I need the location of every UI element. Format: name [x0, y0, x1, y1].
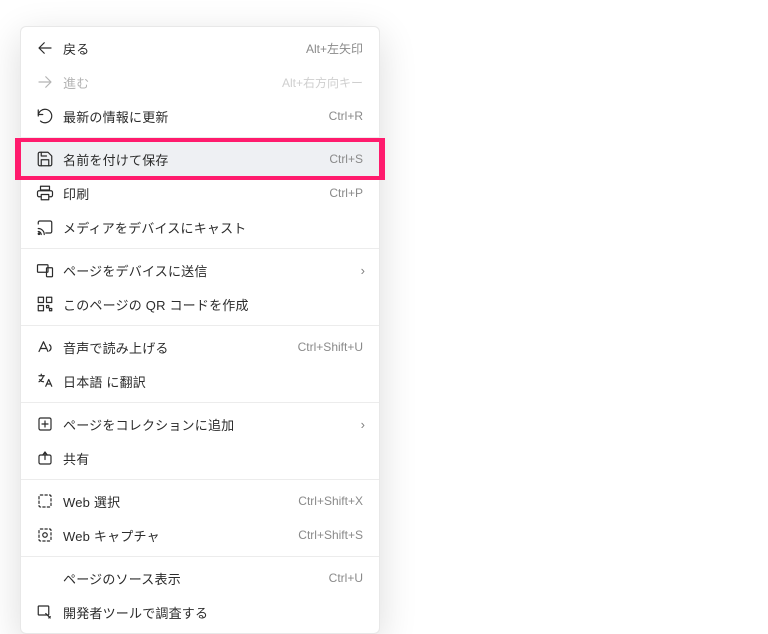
menu-item-save-as[interactable]: 名前を付けて保存 Ctrl+S [15, 142, 385, 176]
print-icon [31, 184, 59, 202]
menu-item-label: 開発者ツールで調査する [59, 603, 369, 622]
menu-item-label: 進む [59, 73, 282, 92]
menu-item-hotkey: Ctrl+Shift+U [298, 340, 369, 354]
translate-icon [31, 372, 59, 390]
menu-item-label: ページをコレクションに追加 [59, 415, 355, 434]
menu-separator [21, 402, 379, 403]
menu-item-read-aloud[interactable]: 音声で読み上げる Ctrl+Shift+U [21, 330, 379, 364]
menu-item-web-select[interactable]: Web 選択 Ctrl+Shift+X [21, 484, 379, 518]
chevron-right-icon: › [355, 417, 369, 432]
menu-item-label: ページのソース表示 [59, 569, 329, 588]
menu-item-label: 最新の情報に更新 [59, 107, 329, 126]
menu-item-hotkey: Ctrl+P [329, 186, 369, 200]
menu-item-translate[interactable]: 日本語 に翻訳 [21, 364, 379, 398]
web-select-icon [31, 492, 59, 510]
menu-item-qr-code[interactable]: このページの QR コードを作成 [21, 287, 379, 321]
menu-item-hotkey: Ctrl+Shift+X [298, 494, 369, 508]
menu-item-print[interactable]: 印刷 Ctrl+P [21, 176, 379, 210]
menu-item-label: 戻る [59, 39, 306, 58]
menu-item-label: Web キャプチャ [59, 526, 298, 545]
menu-item-label: 共有 [59, 449, 369, 468]
menu-item-send-to-device[interactable]: ページをデバイスに送信 › [21, 253, 379, 287]
menu-item-label: ページをデバイスに送信 [59, 261, 355, 280]
menu-separator [21, 325, 379, 326]
collections-icon [31, 415, 59, 433]
chevron-right-icon: › [355, 263, 369, 278]
read-aloud-icon [31, 338, 59, 356]
menu-item-label: 音声で読み上げる [59, 338, 298, 357]
inspect-icon [31, 603, 59, 621]
menu-item-label: 日本語 に翻訳 [59, 372, 369, 391]
menu-item-add-to-collections[interactable]: ページをコレクションに追加 › [21, 407, 379, 441]
menu-item-label: Web 選択 [59, 492, 298, 511]
menu-item-hotkey: Alt+右方向キー [282, 74, 369, 91]
menu-item-reload[interactable]: 最新の情報に更新 Ctrl+R [21, 99, 379, 133]
menu-item-hotkey: Ctrl+U [329, 571, 369, 585]
menu-item-hotkey: Ctrl+R [329, 109, 369, 123]
menu-separator [21, 248, 379, 249]
arrow-right-icon [31, 73, 59, 91]
menu-item-label: メディアをデバイスにキャスト [59, 218, 369, 237]
menu-item-label: このページの QR コードを作成 [59, 295, 369, 314]
menu-separator [21, 556, 379, 557]
menu-item-cast[interactable]: メディアをデバイスにキャスト [21, 210, 379, 244]
menu-item-hotkey: Alt+左矢印 [306, 40, 369, 57]
menu-item-devtools[interactable]: 開発者ツールで調査する [21, 595, 379, 629]
menu-item-forward: 進む Alt+右方向キー [21, 65, 379, 99]
menu-separator [21, 479, 379, 480]
context-menu: 戻る Alt+左矢印 進む Alt+右方向キー 最新の情報に更新 Ctrl+R … [20, 26, 380, 634]
menu-item-hotkey: Ctrl+Shift+S [298, 528, 369, 542]
menu-item-view-source[interactable]: ページのソース表示 Ctrl+U [21, 561, 379, 595]
menu-item-label: 名前を付けて保存 [59, 150, 329, 169]
web-capture-icon [31, 526, 59, 544]
save-icon [31, 150, 59, 168]
cast-icon [31, 218, 59, 236]
menu-item-label: 印刷 [59, 184, 329, 203]
devices-icon [31, 261, 59, 279]
menu-item-hotkey: Ctrl+S [329, 152, 369, 166]
arrow-left-icon [31, 39, 59, 57]
menu-item-back[interactable]: 戻る Alt+左矢印 [21, 31, 379, 65]
menu-item-share[interactable]: 共有 [21, 441, 379, 475]
menu-item-web-capture[interactable]: Web キャプチャ Ctrl+Shift+S [21, 518, 379, 552]
share-icon [31, 449, 59, 467]
reload-icon [31, 107, 59, 125]
qr-code-icon [31, 295, 59, 313]
